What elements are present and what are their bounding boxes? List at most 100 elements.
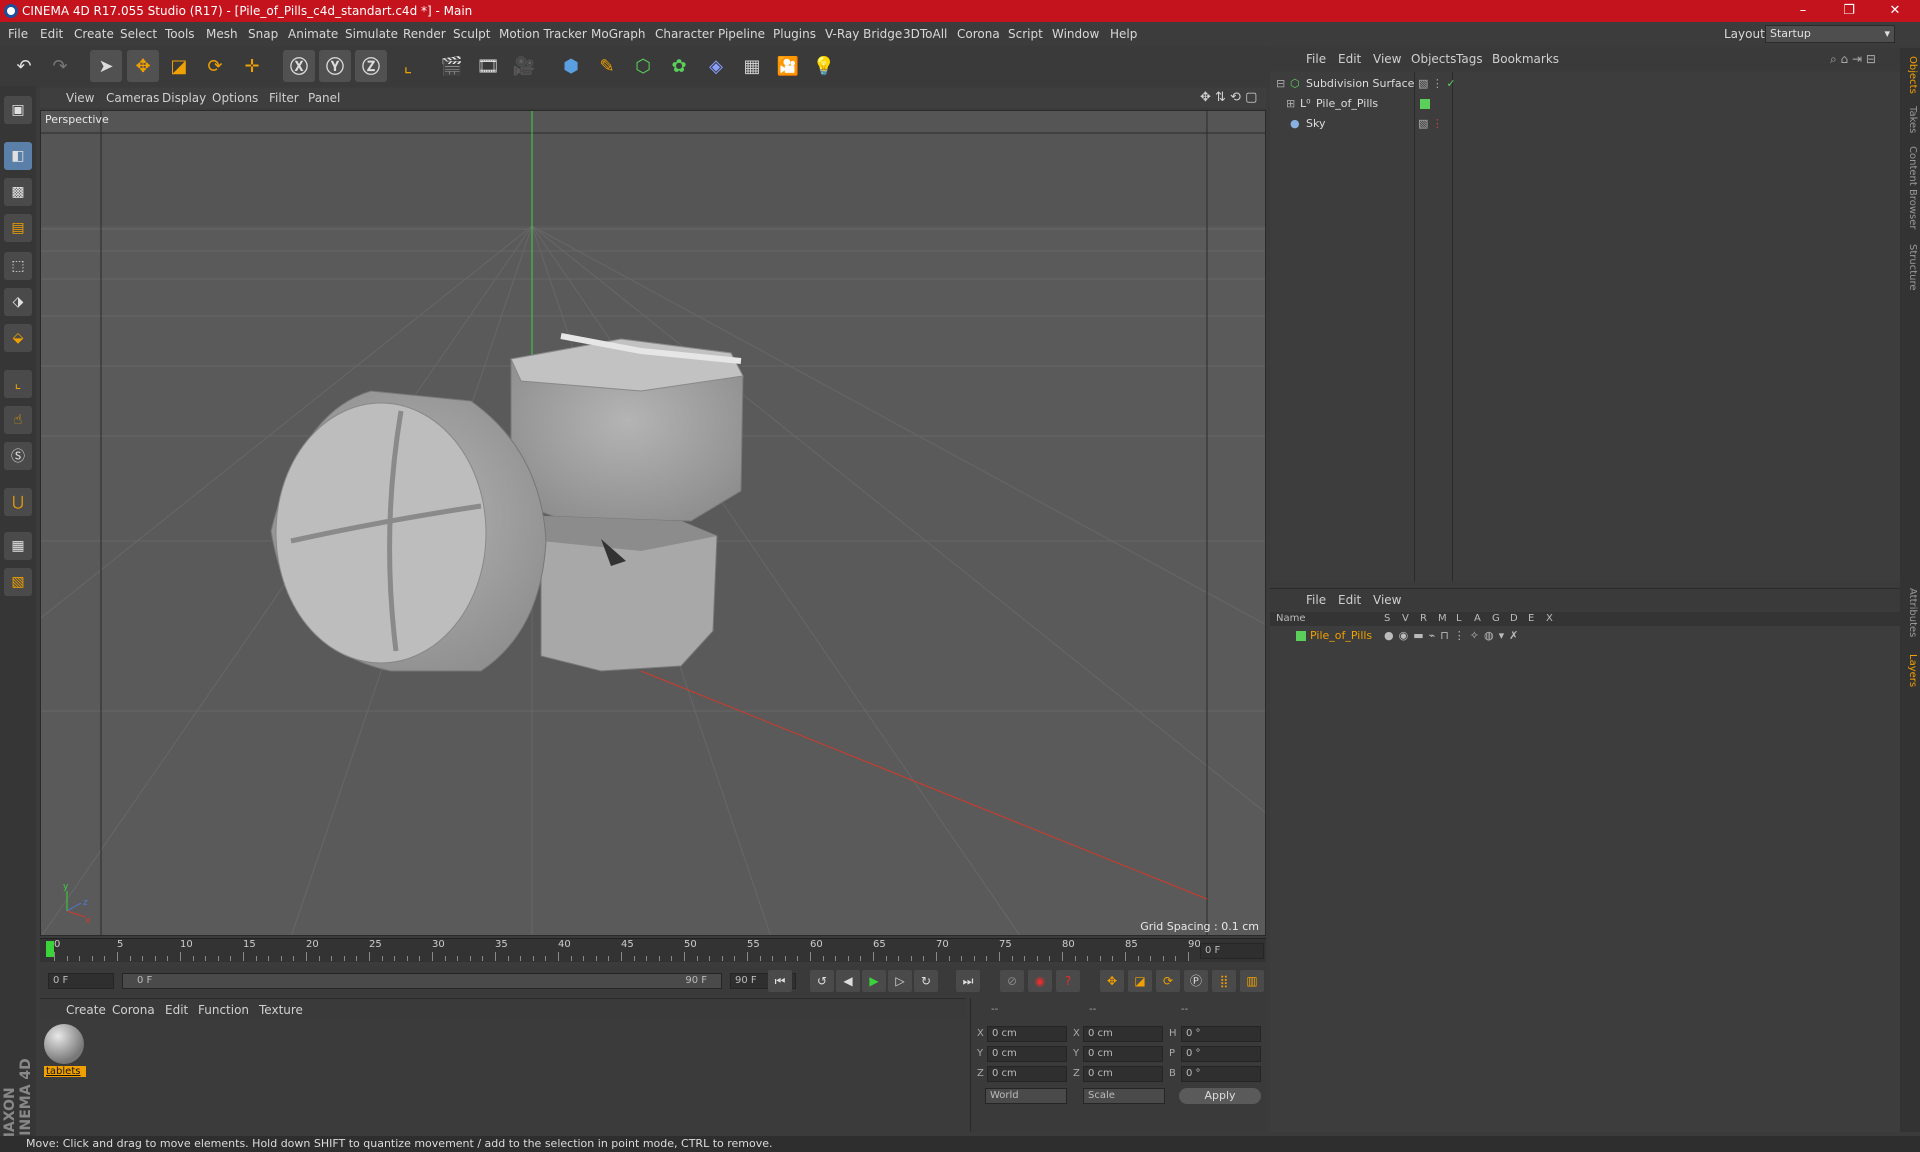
menu-vray-bridge[interactable]: V-Ray Bridge bbox=[825, 22, 902, 46]
menu-help[interactable]: Help bbox=[1110, 22, 1137, 46]
menu-sculpt[interactable]: Sculpt bbox=[453, 22, 490, 46]
layer-menu-edit[interactable]: Edit bbox=[1338, 589, 1361, 611]
redo-icon[interactable]: ↷ bbox=[44, 50, 76, 82]
menu-3dtoall[interactable]: 3DToAll bbox=[903, 22, 947, 46]
record-keys-icon[interactable]: ⊘ bbox=[1000, 970, 1024, 992]
tab-attributes[interactable]: Attributes bbox=[1902, 588, 1918, 637]
menu-corona[interactable]: Corona bbox=[957, 22, 1000, 46]
viewport-menu-options[interactable]: Options bbox=[212, 88, 258, 108]
apply-button[interactable]: Apply bbox=[1179, 1088, 1261, 1104]
object-menu-view[interactable]: View bbox=[1373, 48, 1401, 70]
subdivision-surface-icon[interactable]: ⬡ bbox=[627, 50, 659, 82]
menu-snap[interactable]: Snap bbox=[248, 22, 278, 46]
menu-select[interactable]: Select bbox=[120, 22, 157, 46]
previous-key-icon[interactable]: ↺ bbox=[810, 970, 834, 992]
tab-layers[interactable]: Layers bbox=[1902, 654, 1918, 687]
range-slider[interactable]: 0 F 90 F bbox=[122, 973, 722, 989]
planar-workplane-icon[interactable]: ▧ bbox=[4, 568, 32, 596]
z-axis-lock-icon[interactable]: Ⓩ bbox=[355, 50, 387, 82]
object-manager-search-icon[interactable]: ⌕ ⌂ ⇥ ⊟ bbox=[1830, 48, 1876, 70]
floor-environment-icon[interactable]: ▦ bbox=[736, 50, 768, 82]
viewport-menu-filter[interactable]: Filter bbox=[269, 88, 299, 108]
next-frame-icon[interactable]: ▷ bbox=[888, 970, 912, 992]
object-row-sky[interactable]: ● Sky ▧ ⋮ bbox=[1270, 114, 1900, 134]
key-position-icon[interactable]: ✥ bbox=[1100, 970, 1124, 992]
move-tool-icon[interactable]: ✥ bbox=[127, 50, 159, 82]
texture-mode-icon[interactable]: ▩ bbox=[4, 178, 32, 206]
select-arrow-icon[interactable]: ➤ bbox=[90, 50, 122, 82]
start-frame-field[interactable]: 0 F bbox=[48, 973, 114, 989]
menu-file[interactable]: File bbox=[8, 22, 28, 46]
polygons-mode-icon[interactable]: ⬙ bbox=[4, 324, 32, 352]
viewport-menu-view[interactable]: View bbox=[66, 88, 94, 108]
coordinate-space-dropdown[interactable]: World bbox=[985, 1088, 1067, 1104]
timeline-playhead[interactable] bbox=[46, 941, 54, 957]
rotate-tool-icon[interactable]: ⟳ bbox=[199, 50, 231, 82]
key-pla-icon[interactable]: ⣿ bbox=[1212, 970, 1236, 992]
close-icon[interactable]: ✕ bbox=[1872, 0, 1918, 22]
mograph-cloner-icon[interactable]: ✿ bbox=[663, 50, 695, 82]
menu-motion-tracker[interactable]: Motion Tracker bbox=[499, 22, 587, 46]
spline-pen-icon[interactable]: ✎ bbox=[591, 50, 623, 82]
material-menu-edit[interactable]: Edit bbox=[165, 999, 188, 1021]
viewport-menu-display[interactable]: Display bbox=[162, 88, 206, 108]
next-key-icon[interactable]: ↻ bbox=[914, 970, 938, 992]
render-view-icon[interactable]: 🎬 bbox=[436, 50, 468, 82]
solo-mode-icon[interactable]: Ⓢ bbox=[4, 442, 32, 470]
material-menu-function[interactable]: Function bbox=[198, 999, 249, 1021]
y-axis-lock-icon[interactable]: Ⓨ bbox=[319, 50, 351, 82]
camera-icon[interactable]: 🎦 bbox=[772, 50, 804, 82]
workplane-mode-icon[interactable]: ▤ bbox=[4, 214, 32, 242]
rotation-h-field[interactable]: 0 ° bbox=[1181, 1026, 1261, 1042]
light-bulb-icon[interactable]: 💡 bbox=[808, 50, 840, 82]
object-menu-objects[interactable]: Objects bbox=[1411, 48, 1456, 70]
menu-create[interactable]: Create bbox=[74, 22, 114, 46]
viewport-menu-cameras[interactable]: Cameras bbox=[106, 88, 159, 108]
go-to-start-icon[interactable]: ⏮ bbox=[768, 970, 792, 992]
points-mode-icon[interactable]: ⬚ bbox=[4, 252, 32, 280]
current-frame-field[interactable]: 0 F bbox=[1200, 943, 1264, 959]
render-to-picture-viewer-icon[interactable]: 🎞 bbox=[472, 50, 504, 82]
transform-tool-icon[interactable]: ✛ bbox=[236, 50, 268, 82]
menu-plugins[interactable]: Plugins bbox=[773, 22, 816, 46]
key-rotation-icon[interactable]: ⟳ bbox=[1156, 970, 1180, 992]
layout-dropdown[interactable]: Startup ▾ bbox=[1765, 25, 1895, 43]
menu-tools[interactable]: Tools bbox=[165, 22, 195, 46]
menu-script[interactable]: Script bbox=[1008, 22, 1043, 46]
size-x-field[interactable]: 0 cm bbox=[1083, 1026, 1163, 1042]
render-settings-icon[interactable]: 🎥 bbox=[508, 50, 540, 82]
object-menu-tags[interactable]: Tags bbox=[1456, 48, 1483, 70]
size-mode-dropdown[interactable]: Scale bbox=[1083, 1088, 1165, 1104]
object-row-pile-of-pills[interactable]: ⊞ L⁰ Pile_of_Pills bbox=[1270, 94, 1900, 114]
material-menu-corona[interactable]: Corona bbox=[112, 999, 155, 1021]
menu-render[interactable]: Render bbox=[403, 22, 446, 46]
autokey-icon[interactable]: ◉ bbox=[1028, 970, 1052, 992]
layer-row[interactable]: Pile_of_Pills ●◉▬⌁⊓⋮✧◍▾✗ bbox=[1270, 626, 1900, 646]
key-scale-icon[interactable]: ◪ bbox=[1128, 970, 1152, 992]
object-menu-file[interactable]: File bbox=[1306, 48, 1326, 70]
menu-window[interactable]: Window bbox=[1052, 22, 1099, 46]
collapse-icon[interactable]: ⊟ bbox=[1276, 74, 1285, 94]
menu-mesh[interactable]: Mesh bbox=[206, 22, 238, 46]
object-visibility-icon[interactable]: ▧ ⋮ ✓ bbox=[1418, 74, 1456, 94]
tab-takes[interactable]: Takes bbox=[1902, 106, 1918, 133]
axis-mode-icon[interactable]: ⌞ bbox=[4, 370, 32, 398]
position-z-field[interactable]: 0 cm bbox=[987, 1066, 1067, 1082]
timeline-ruler[interactable]: 0 F 0 5 10 15 20 25 30 35 40 45 50 55 60 65 70 75 80 85 90 bbox=[40, 938, 1266, 962]
menu-simulate[interactable]: Simulate bbox=[345, 22, 398, 46]
model-mode-icon[interactable]: ◧ bbox=[4, 142, 32, 170]
object-row-subdivision-surface[interactable]: ⊟ ⬡ Subdivision Surface ▧ ⋮ ✓ bbox=[1270, 74, 1900, 94]
tab-objects[interactable]: Objects bbox=[1902, 56, 1918, 94]
cube-primitive-icon[interactable]: ⬢ bbox=[555, 50, 587, 82]
object-visibility-icon[interactable]: ▧ ⋮ bbox=[1418, 114, 1443, 134]
expand-icon[interactable]: ⊞ bbox=[1286, 94, 1295, 114]
rotation-b-field[interactable]: 0 ° bbox=[1181, 1066, 1261, 1082]
size-y-field[interactable]: 0 cm bbox=[1083, 1046, 1163, 1062]
timeline-window-icon[interactable]: ▥ bbox=[1240, 970, 1264, 992]
snap-magnet-icon[interactable]: ⋃ bbox=[4, 488, 32, 516]
play-icon[interactable]: ▶ bbox=[862, 970, 886, 992]
restore-icon[interactable]: ❐ bbox=[1826, 0, 1872, 22]
edges-mode-icon[interactable]: ⬗ bbox=[4, 288, 32, 316]
position-x-field[interactable]: 0 cm bbox=[987, 1026, 1067, 1042]
menu-character[interactable]: Character bbox=[655, 22, 714, 46]
